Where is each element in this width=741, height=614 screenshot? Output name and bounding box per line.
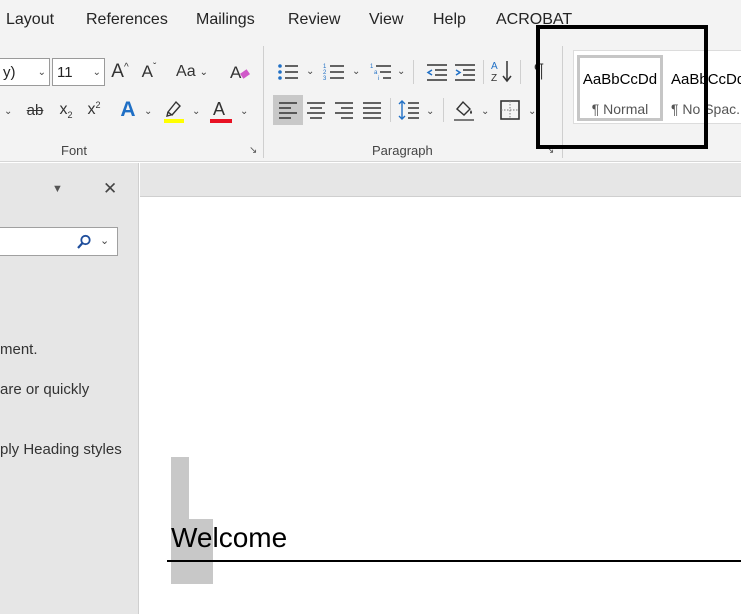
increase-indent-icon: [455, 64, 475, 81]
change-case-icon: Aa: [176, 63, 196, 80]
tab-review[interactable]: Review: [288, 11, 340, 29]
superscript-mark: 2: [95, 100, 101, 110]
group-divider: [263, 46, 264, 158]
chevron-down-icon[interactable]: ⌄: [240, 106, 248, 117]
align-left-button[interactable]: [273, 95, 303, 125]
nav-help-text: are or quickly: [0, 381, 90, 398]
svg-text:Z: Z: [491, 73, 497, 84]
chevron-down-icon[interactable]: ⌄: [144, 106, 152, 117]
grow-font-button[interactable]: A ^: [108, 58, 132, 86]
divider: [390, 98, 391, 122]
divider: [413, 60, 414, 84]
pane-options-chevron-icon[interactable]: ▼: [52, 183, 63, 195]
tab-help[interactable]: Help: [433, 11, 466, 29]
highlight-color-button[interactable]: [162, 96, 186, 126]
divider: [520, 60, 521, 84]
divider: [443, 98, 444, 122]
tab-references[interactable]: References: [86, 11, 168, 29]
font-dialog-launcher-icon[interactable]: ↘: [249, 145, 257, 156]
justify-button[interactable]: [359, 95, 385, 125]
nav-search-input[interactable]: ⌄: [0, 227, 118, 256]
font-size-select[interactable]: 11 ⌄: [52, 58, 105, 86]
borders-icon: [500, 100, 520, 120]
numbering-button[interactable]: 123: [322, 58, 346, 86]
annotation-highlight-box: [536, 25, 708, 149]
shrink-font-button[interactable]: Aˇ: [137, 58, 161, 86]
nav-help-text: ment.: [0, 341, 38, 358]
strikethrough-button[interactable]: ab: [22, 96, 48, 124]
paragraph-group-label: Paragraph: [372, 143, 433, 158]
divider: [483, 60, 484, 84]
change-case-button[interactable]: Aa ⌄: [172, 58, 212, 86]
tab-layout[interactable]: Layout: [6, 11, 54, 29]
align-right-icon: [335, 102, 353, 119]
subscript-button[interactable]: x2: [54, 96, 78, 124]
clear-formatting-icon: A: [230, 63, 250, 82]
svg-text:i: i: [378, 76, 379, 82]
font-color-button[interactable]: A: [208, 96, 234, 126]
highlighter-icon: [164, 100, 184, 123]
bullets-button[interactable]: [276, 58, 300, 86]
shading-button[interactable]: [451, 95, 477, 125]
font-color-icon: A: [210, 99, 232, 123]
text-effects-button[interactable]: A: [116, 96, 140, 124]
superscript-icon: x: [87, 101, 96, 118]
tab-mailings[interactable]: Mailings: [196, 11, 255, 29]
align-left-icon: [279, 102, 297, 119]
font-color-glyph: A: [213, 99, 225, 119]
nav-help-text: ply Heading styles: [0, 441, 122, 458]
chevron-down-icon[interactable]: ⌄: [4, 106, 12, 117]
multilevel-list-button[interactable]: 1ai: [369, 58, 393, 86]
close-pane-button[interactable]: ✕: [103, 179, 117, 199]
subscript-mark: 2: [67, 110, 73, 120]
shrink-font-icon: A: [141, 62, 153, 81]
tab-view[interactable]: View: [369, 11, 403, 29]
align-center-button[interactable]: [303, 95, 329, 125]
search-icon[interactable]: [76, 234, 92, 250]
svg-text:A: A: [230, 63, 242, 82]
decrease-indent-button[interactable]: [424, 58, 450, 86]
font-size-value: 11: [57, 63, 73, 81]
increase-indent-button[interactable]: [452, 58, 478, 86]
font-group-label: Font: [61, 143, 88, 158]
strikethrough-icon: ab: [26, 101, 44, 119]
chevron-down-icon[interactable]: ⌄: [426, 106, 434, 117]
font-name-value: y): [3, 63, 16, 81]
ruler: [140, 163, 741, 197]
document-heading[interactable]: Welcome: [171, 522, 287, 554]
grow-font-icon: A: [111, 61, 124, 82]
sort-button[interactable]: A Z: [489, 56, 515, 86]
bullets-icon: [278, 64, 298, 80]
svg-text:A: A: [491, 61, 498, 72]
chevron-down-icon: ⌄: [92, 67, 101, 78]
chevron-down-icon[interactable]: ⌄: [306, 66, 314, 77]
clear-formatting-button[interactable]: A: [228, 58, 252, 86]
heading-underline: [167, 560, 741, 562]
align-center-icon: [307, 102, 325, 119]
paint-bucket-icon: [454, 100, 474, 121]
sort-icon: A Z: [491, 61, 512, 84]
justify-icon: [363, 102, 381, 119]
chevron-down-icon[interactable]: ⌄: [481, 106, 489, 117]
chevron-down-icon: ⌄: [37, 67, 46, 78]
chevron-down-icon[interactable]: ⌄: [100, 234, 109, 247]
decrease-indent-icon: [426, 64, 447, 81]
borders-button[interactable]: [497, 95, 523, 125]
multilevel-list-icon: 1ai: [370, 64, 391, 82]
align-right-button[interactable]: [331, 95, 357, 125]
line-spacing-button[interactable]: [396, 95, 422, 125]
text-effects-icon: A: [120, 98, 136, 121]
chevron-down-icon[interactable]: ⌄: [352, 66, 360, 77]
numbering-icon: 123: [323, 64, 344, 82]
svg-text:3: 3: [323, 76, 327, 82]
subscript-icon: x: [59, 101, 68, 118]
font-name-select[interactable]: y) ⌄: [0, 58, 50, 86]
superscript-button[interactable]: x2: [82, 96, 106, 124]
chevron-down-icon[interactable]: ⌄: [397, 66, 405, 77]
line-spacing-icon: [398, 100, 419, 120]
chevron-down-icon[interactable]: ⌄: [192, 106, 200, 117]
navigation-pane: ▼ ✕ ⌄ ment. are or quickly ply Heading s…: [0, 163, 139, 614]
